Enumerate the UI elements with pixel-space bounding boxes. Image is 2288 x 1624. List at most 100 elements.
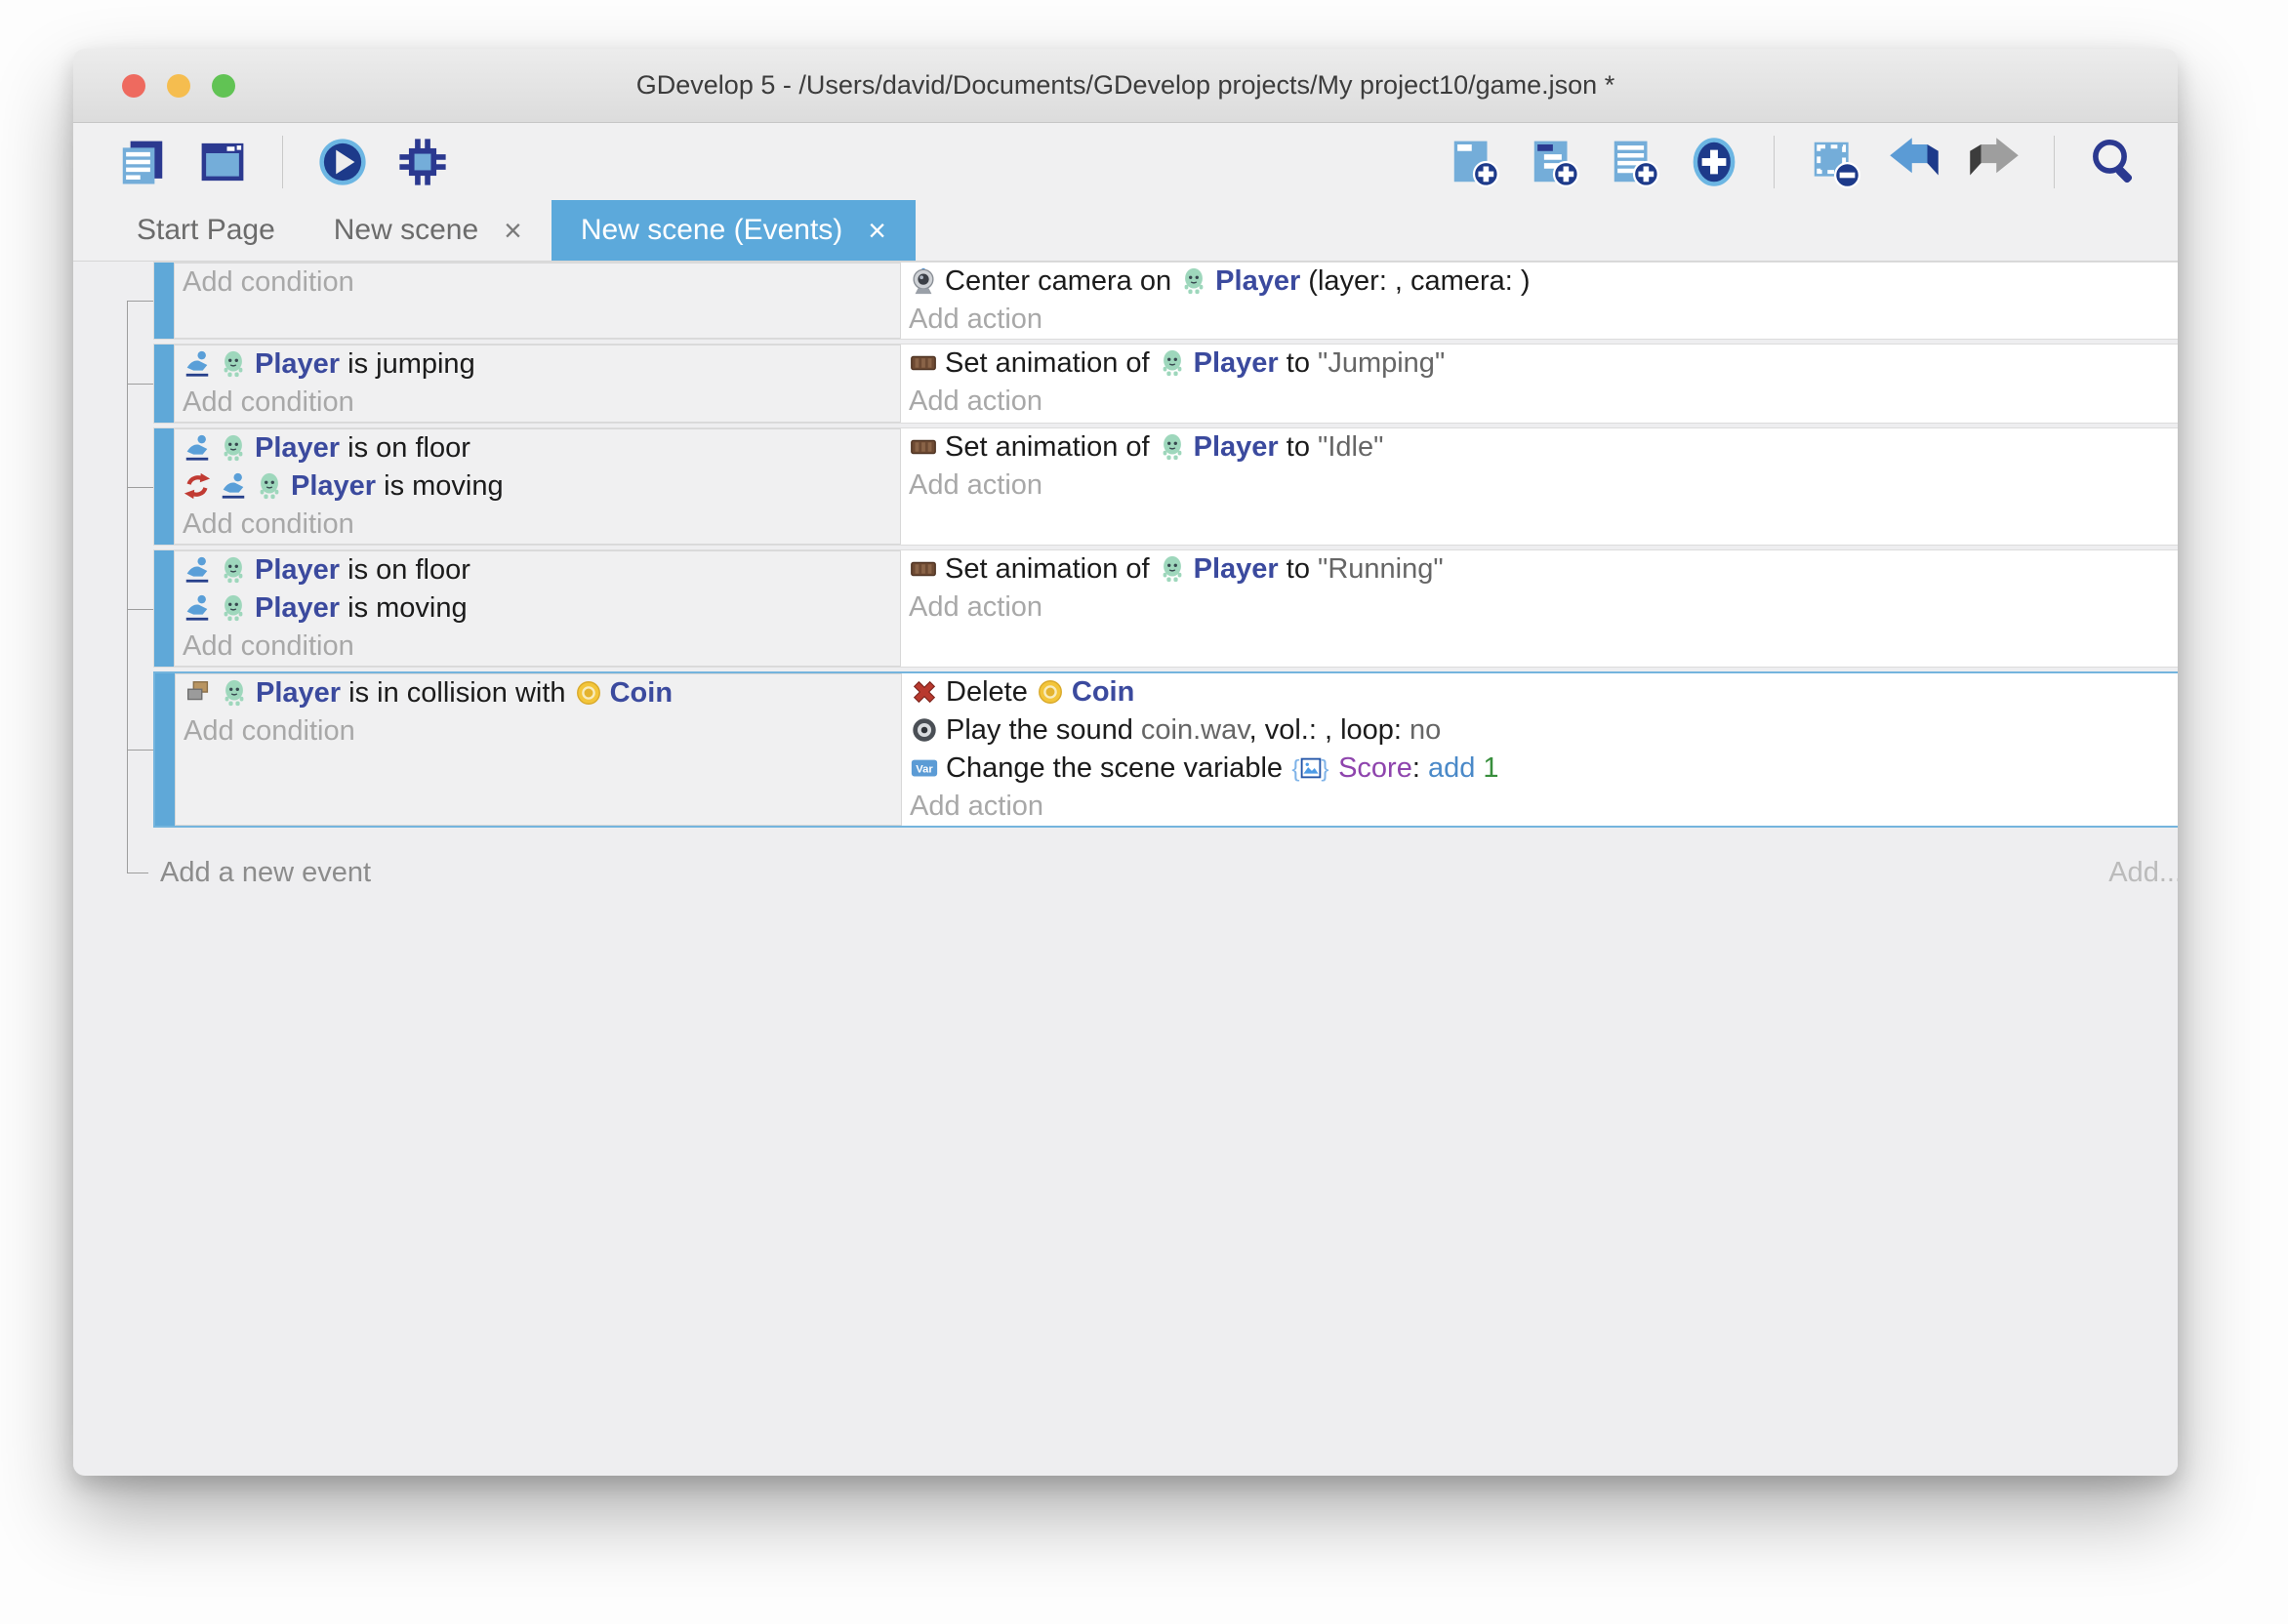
animation-icon	[909, 432, 938, 462]
player-object-icon	[219, 593, 248, 623]
event-tree-guide	[127, 301, 153, 302]
event-text: Play the sound	[946, 714, 1141, 746]
conditions-cell[interactable]: Player is in collision with CoinAdd cond…	[175, 673, 902, 826]
action-row[interactable]: Play the sound coin.wav, vol.: , loop: n…	[910, 711, 2178, 750]
event-text: to	[1279, 347, 1318, 379]
event-row[interactable]: Player is on floorPlayer is movingAdd co…	[153, 549, 2178, 668]
add-more-icon[interactable]	[1686, 134, 1742, 190]
event-text: is on floor	[340, 432, 470, 464]
scene-editor-icon[interactable]	[194, 134, 251, 190]
condition-row[interactable]: Player is moving	[183, 589, 900, 628]
param-object: Player	[255, 554, 340, 586]
collision-icon	[184, 678, 213, 708]
event-text: Set animation of	[945, 553, 1158, 585]
event-text: Center camera on	[945, 265, 1179, 297]
event-tree-guide	[127, 750, 153, 751]
param-operator: add	[1428, 752, 1475, 784]
zoom-button[interactable]	[212, 74, 235, 98]
conditions-cell[interactable]: Player is on floorPlayer is movingAdd co…	[174, 550, 901, 667]
tab-bar: Start PageNew scene×New scene (Events)×	[73, 200, 2178, 262]
param-object: Player	[255, 592, 340, 624]
actions-cell[interactable]: Set animation of Player to "Running"Add …	[901, 550, 2178, 667]
event-selection-bar	[154, 428, 174, 545]
play-preview-icon[interactable]	[314, 134, 371, 190]
event-tree-guide	[127, 301, 128, 873]
coin-object-icon	[1036, 677, 1065, 707]
event-row[interactable]: Player is in collision with CoinAdd cond…	[153, 671, 2178, 828]
action-row[interactable]: Set animation of Player to "Running"	[909, 550, 2178, 589]
tab-new-scene[interactable]: New scene ×	[305, 200, 552, 261]
event-selection-bar	[154, 345, 174, 423]
add-condition-button[interactable]: Add condition	[183, 506, 900, 544]
add-action-button[interactable]: Add action	[909, 301, 2178, 339]
param-object: Player	[1194, 431, 1279, 463]
event-row[interactable]: Player is jumpingAdd conditionSet animat…	[153, 344, 2178, 424]
tab-close-icon[interactable]: ×	[504, 215, 522, 246]
undo-icon[interactable]	[1886, 134, 1942, 190]
toolbar-right-group	[1446, 134, 2143, 190]
svg-text:{: {	[1291, 755, 1299, 782]
events-sheet: Add conditionCenter camera on Player (la…	[73, 262, 2178, 1475]
platformer-behavior-icon	[183, 433, 212, 463]
param-object: Player	[291, 470, 376, 502]
event-selection-bar	[154, 263, 174, 339]
actions-cell[interactable]: Delete CoinPlay the sound coin.wav, vol.…	[902, 673, 2178, 826]
sound-icon	[910, 715, 939, 745]
camera-icon	[909, 266, 938, 296]
event-row[interactable]: Add conditionCenter camera on Player (la…	[153, 262, 2178, 340]
delete-selection-icon[interactable]	[1806, 134, 1862, 190]
action-row[interactable]: Center camera on Player (layer: , camera…	[909, 263, 2178, 301]
add-action-button[interactable]: Add action	[910, 788, 2178, 826]
action-row[interactable]: Delete Coin	[910, 673, 2178, 711]
event-text: to	[1279, 553, 1318, 585]
add-action-button[interactable]: Add action	[909, 383, 2178, 421]
condition-row[interactable]: Player is in collision with Coin	[184, 674, 901, 712]
condition-row[interactable]: Player is on floor	[183, 551, 900, 589]
redo-icon[interactable]	[1966, 134, 2022, 190]
actions-cell[interactable]: Center camera on Player (layer: , camera…	[901, 263, 2178, 339]
add-action-button[interactable]: Add action	[909, 467, 2178, 505]
debug-icon[interactable]	[394, 134, 451, 190]
player-object-icon	[1179, 266, 1208, 296]
add-subevent-icon[interactable]	[1526, 134, 1582, 190]
player-object-icon	[219, 555, 248, 585]
add-new-event-button[interactable]: Add a new event	[160, 853, 371, 892]
param-string: "Running"	[1318, 553, 1444, 585]
animation-icon	[909, 554, 938, 584]
event-text: , vol.: , loop:	[1249, 714, 1410, 746]
search-icon[interactable]	[2086, 134, 2143, 190]
add-condition-button[interactable]: Add condition	[183, 384, 900, 422]
tab-close-icon[interactable]: ×	[868, 215, 886, 246]
add-condition-button[interactable]: Add condition	[183, 628, 900, 666]
event-row[interactable]: Player is on floorPlayer is movingAdd co…	[153, 427, 2178, 546]
action-row[interactable]: Set animation of Player to "Jumping"	[909, 345, 2178, 383]
add-event-icon[interactable]	[1446, 134, 1502, 190]
event-tree-guide	[127, 487, 153, 488]
add-condition-button[interactable]: Add condition	[184, 712, 901, 751]
event-text: is jumping	[340, 348, 475, 380]
minimize-button[interactable]	[167, 74, 190, 98]
condition-row[interactable]: Player is jumping	[183, 345, 900, 384]
conditions-cell[interactable]: Player is on floorPlayer is movingAdd co…	[174, 428, 901, 545]
conditions-cell[interactable]: Add condition	[174, 263, 901, 339]
condition-row[interactable]: Player is moving	[183, 467, 900, 506]
project-manager-icon[interactable]	[114, 134, 171, 190]
add-action-button[interactable]: Add action	[909, 589, 2178, 627]
tab-start-page[interactable]: Start Page	[107, 200, 305, 261]
tab-label: New scene	[334, 214, 478, 247]
add-condition-button[interactable]: Add condition	[183, 264, 900, 302]
tab-new-scene-events-[interactable]: New scene (Events)×	[552, 200, 916, 261]
player-object-icon	[1158, 554, 1187, 584]
action-row[interactable]: Set animation of Player to "Idle"	[909, 428, 2178, 467]
event-text: Change the scene variable	[946, 752, 1290, 784]
add-more-button[interactable]: Add...	[2108, 853, 2178, 892]
condition-row[interactable]: Player is on floor	[183, 429, 900, 467]
conditions-cell[interactable]: Player is jumpingAdd condition	[174, 345, 901, 423]
actions-cell[interactable]: Set animation of Player to "Jumping"Add …	[901, 345, 2178, 423]
close-button[interactable]	[122, 74, 145, 98]
titlebar: GDevelop 5 - /Users/david/Documents/GDev…	[73, 49, 2178, 123]
action-row[interactable]: VarChange the scene variable {}Score: ad…	[910, 750, 2178, 788]
add-comment-icon[interactable]	[1606, 134, 1662, 190]
event-tree-guide	[127, 609, 153, 610]
actions-cell[interactable]: Set animation of Player to "Idle"Add act…	[901, 428, 2178, 545]
